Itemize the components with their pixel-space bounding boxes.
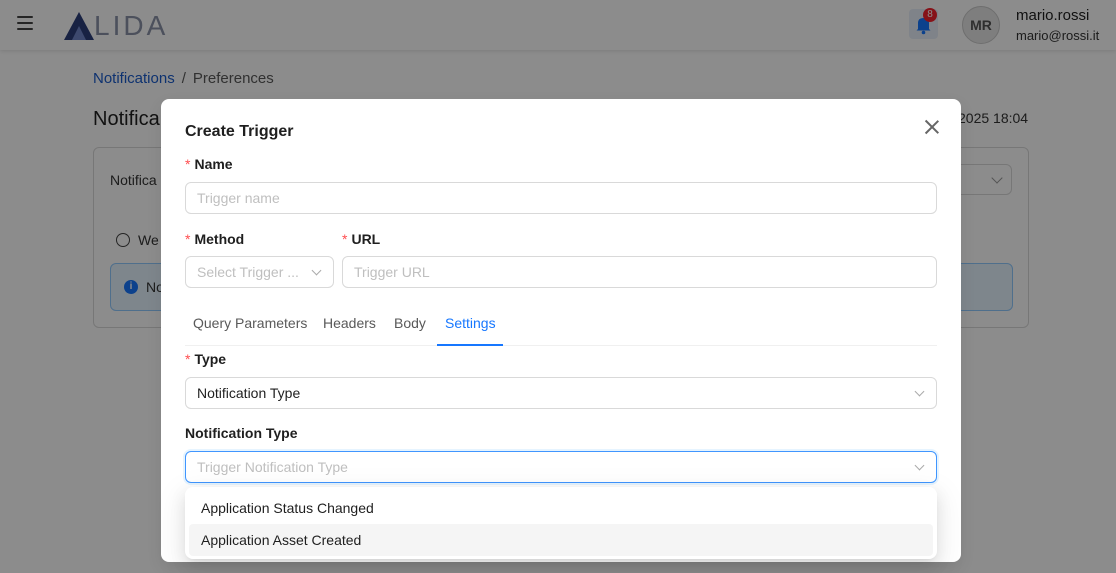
name-label: * Name xyxy=(185,156,233,172)
close-icon[interactable] xyxy=(923,118,941,136)
request-tabs: Query Parameters Headers Body Settings xyxy=(185,307,937,346)
option-application-asset-created[interactable]: Application Asset Created xyxy=(189,524,933,556)
type-select[interactable]: Notification Type xyxy=(185,377,937,409)
active-tab-indicator xyxy=(437,344,503,346)
type-value: Notification Type xyxy=(197,385,301,401)
method-label: * Method xyxy=(185,231,245,247)
url-label: * URL xyxy=(342,231,381,247)
tab-headers[interactable]: Headers xyxy=(323,315,376,331)
chevron-down-icon xyxy=(914,386,925,397)
chevron-down-icon xyxy=(914,460,925,471)
notification-type-select[interactable]: Trigger Notification Type xyxy=(185,451,937,483)
notification-type-label: Notification Type xyxy=(185,425,298,441)
option-application-status-changed[interactable]: Application Status Changed xyxy=(189,492,933,524)
notification-type-dropdown: Application Status Changed Application A… xyxy=(185,487,937,559)
method-placeholder: Select Trigger ... xyxy=(197,264,299,280)
method-select[interactable]: Select Trigger ... xyxy=(185,256,334,288)
tab-query-parameters[interactable]: Query Parameters xyxy=(193,315,307,331)
tab-body[interactable]: Body xyxy=(394,315,426,331)
trigger-url-input[interactable] xyxy=(342,256,937,288)
tab-settings[interactable]: Settings xyxy=(445,315,496,331)
type-label: * Type xyxy=(185,351,227,367)
trigger-name-input[interactable] xyxy=(185,182,937,214)
chevron-down-icon xyxy=(311,265,322,276)
modal-title: Create Trigger xyxy=(185,123,294,140)
notification-type-placeholder: Trigger Notification Type xyxy=(197,459,348,475)
